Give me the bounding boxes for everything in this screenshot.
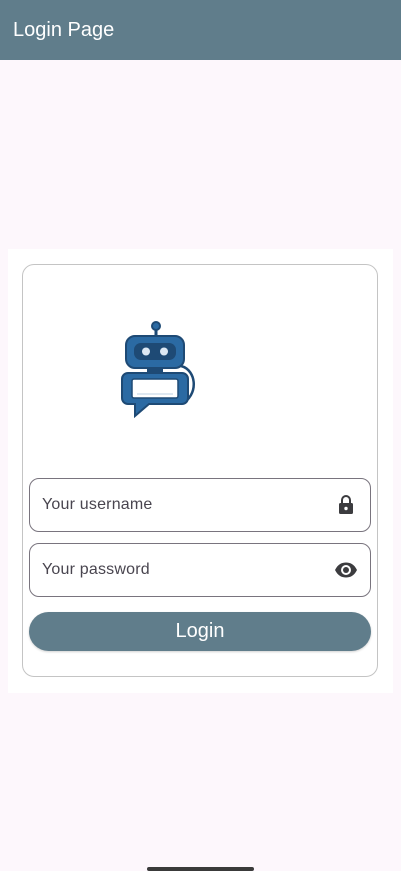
- robot-chat-icon: [119, 318, 199, 419]
- app-bar: Login Page: [0, 0, 401, 60]
- password-placeholder: Your password: [42, 561, 150, 578]
- password-field[interactable]: Your password: [29, 543, 371, 597]
- visibility-icon[interactable]: [334, 558, 358, 582]
- login-button-label: Login: [175, 620, 225, 642]
- username-field[interactable]: Your username: [29, 478, 371, 532]
- login-button[interactable]: Login: [29, 612, 371, 651]
- lock-icon: [334, 493, 358, 517]
- page-title: Login Page: [13, 18, 115, 41]
- home-indicator[interactable]: [147, 867, 254, 871]
- username-placeholder: Your username: [42, 496, 153, 513]
